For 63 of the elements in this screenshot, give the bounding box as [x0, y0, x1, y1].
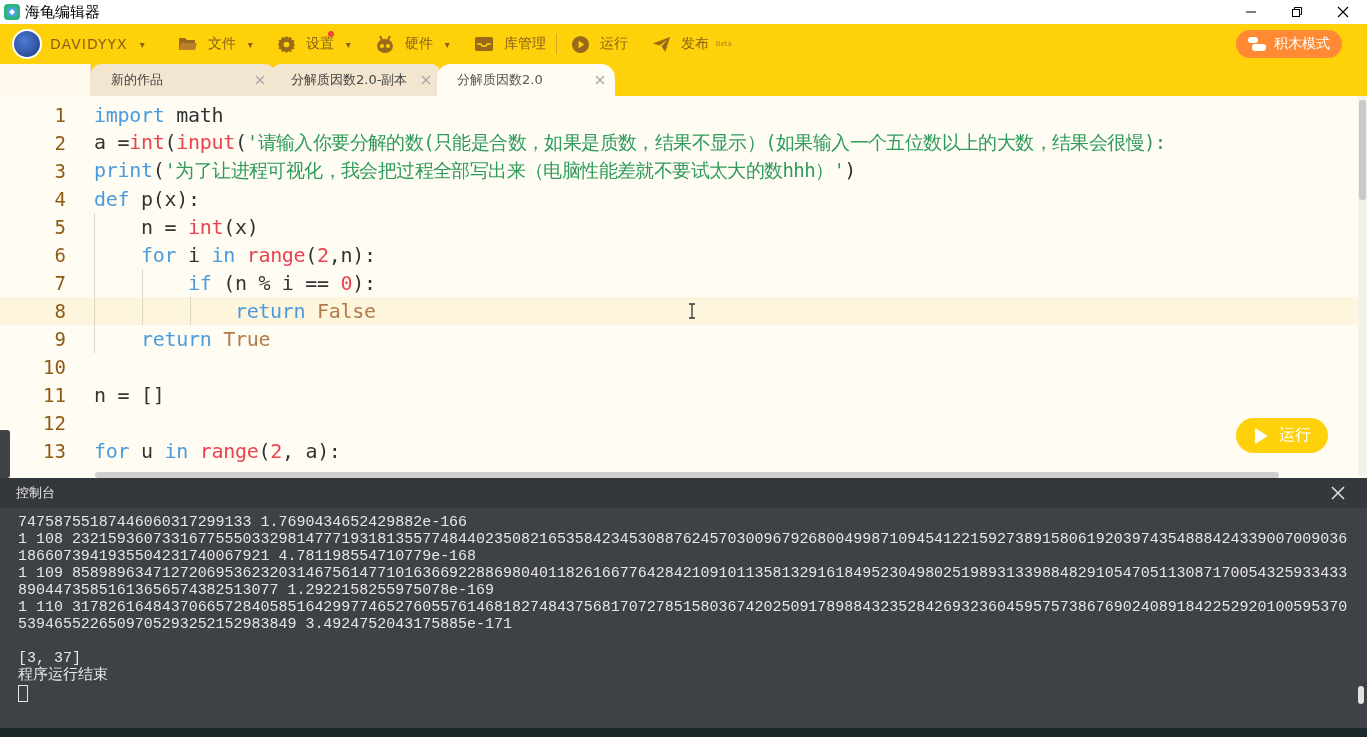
restore-icon[interactable] — [1291, 6, 1303, 18]
play-icon — [1253, 427, 1267, 444]
code-line: print('为了让进程可视化，我会把过程全部写出来（电脑性能差就不要试太大的数hhh）') — [94, 158, 856, 184]
close-icon[interactable] — [1337, 6, 1349, 18]
console-output-line: 1 109 8589896347127206953623203146756147710163669228869804011826166776428421091011358132916184952304980251989313398848291054705113087170054325933433 — [18, 565, 1349, 582]
line-number: 11 — [42, 384, 67, 406]
code-line: for u in range(2, a): — [94, 439, 341, 463]
console-output-line: 1866073941935504231740067921 4.781198554710779e-168 — [18, 548, 478, 565]
horizontal-scrollbar[interactable] — [95, 472, 1279, 478]
text-cursor-icon — [688, 303, 696, 319]
line-number: 5 — [53, 216, 67, 238]
console-output-line: 1 108 2321593607331677555033298147771931813557748440235082165358423453088762457030096792680049987109454122159273891580619203974354888424339007009036 — [18, 531, 1349, 548]
code-line: if (n % i == 0): — [186, 271, 376, 295]
console-output-line: 5394655226509705293252152983849 3.4924752043175885e-171 — [18, 616, 513, 633]
code-line: n = [] — [94, 383, 165, 407]
code-line: for i in range(2,n): — [139, 243, 376, 267]
toolbar-menu-item[interactable]: 文件 ▾ — [177, 35, 253, 53]
user-menu[interactable]: DAVIDYYX ▾ — [50, 36, 146, 52]
resize-handle[interactable] — [0, 430, 10, 478]
toolbar-menu-item[interactable]: 库管理 — [473, 35, 546, 53]
line-number: 6 — [53, 244, 67, 266]
window-title: 海龟编辑器 — [25, 2, 100, 22]
console-output-line: 1 110 3178261648437066572840585164299774652760557614681827484375681707278515803674202509178988432352842693236045957573867690240891842252920100595370 — [18, 599, 1349, 616]
console-title: 控制台 — [16, 484, 55, 502]
line-number: 1 — [53, 104, 67, 126]
code-line: n = int(x) — [139, 215, 259, 239]
scrollbar-thumb[interactable] — [1358, 686, 1364, 704]
play-icon — [570, 34, 590, 54]
editor-tab[interactable]: 分解质因数2.0-副本 — [271, 64, 441, 96]
console-output-line: [3, 37] — [18, 650, 81, 667]
code-line: a =int(input('请输入你要分解的数(只能是合数，如果是质数，结果不显示）(如果输入一个五位数以上的大数，结果会很慢): — [94, 130, 1166, 156]
robot-icon — [374, 34, 395, 54]
line-number: 8 — [53, 300, 67, 322]
paper-plane-icon — [651, 34, 671, 54]
block-mode-button[interactable]: 积木模式 — [1236, 30, 1342, 58]
line-number: 12 — [42, 412, 67, 434]
tray-icon — [473, 35, 494, 53]
code-line: return False — [233, 299, 376, 323]
code-line: return True — [139, 327, 271, 351]
line-number: 3 — [53, 160, 67, 182]
scrollbar-thumb[interactable] — [1359, 100, 1366, 200]
toolbar-menu-item[interactable]: 运行 — [570, 34, 628, 54]
blocks-icon — [1248, 37, 1266, 51]
gear-icon — [276, 34, 296, 54]
toolbar-menu-item[interactable]: 硬件 ▾ — [374, 34, 450, 54]
toolbar-menu-item[interactable]: 设置 ▾ — [276, 34, 351, 54]
folder-icon — [177, 35, 198, 53]
line-number: 13 — [42, 440, 67, 462]
line-number: 10 — [42, 356, 67, 378]
console-output-line: 89044735851613656574382513077 1.2922158255975078e-169 — [18, 582, 496, 599]
editor-tab[interactable]: 分解质因数2.0 — [437, 64, 615, 96]
avatar[interactable] — [12, 29, 42, 59]
console-output-line: 程序运行结束 — [18, 667, 109, 684]
console-output-line: 74758755187446060317299133 1.7690434652429882e-166 — [18, 514, 469, 531]
code-line: def p(x): — [94, 187, 200, 211]
line-number: 2 — [53, 132, 67, 154]
editor-tab[interactable]: 新的作品 — [91, 64, 275, 96]
line-number: 4 — [53, 188, 67, 210]
code-line: import math — [94, 103, 224, 127]
text-cursor-icon — [18, 685, 28, 702]
line-number: 7 — [53, 272, 67, 294]
app-logo-icon — [3, 3, 21, 21]
line-number: 9 — [53, 328, 67, 350]
